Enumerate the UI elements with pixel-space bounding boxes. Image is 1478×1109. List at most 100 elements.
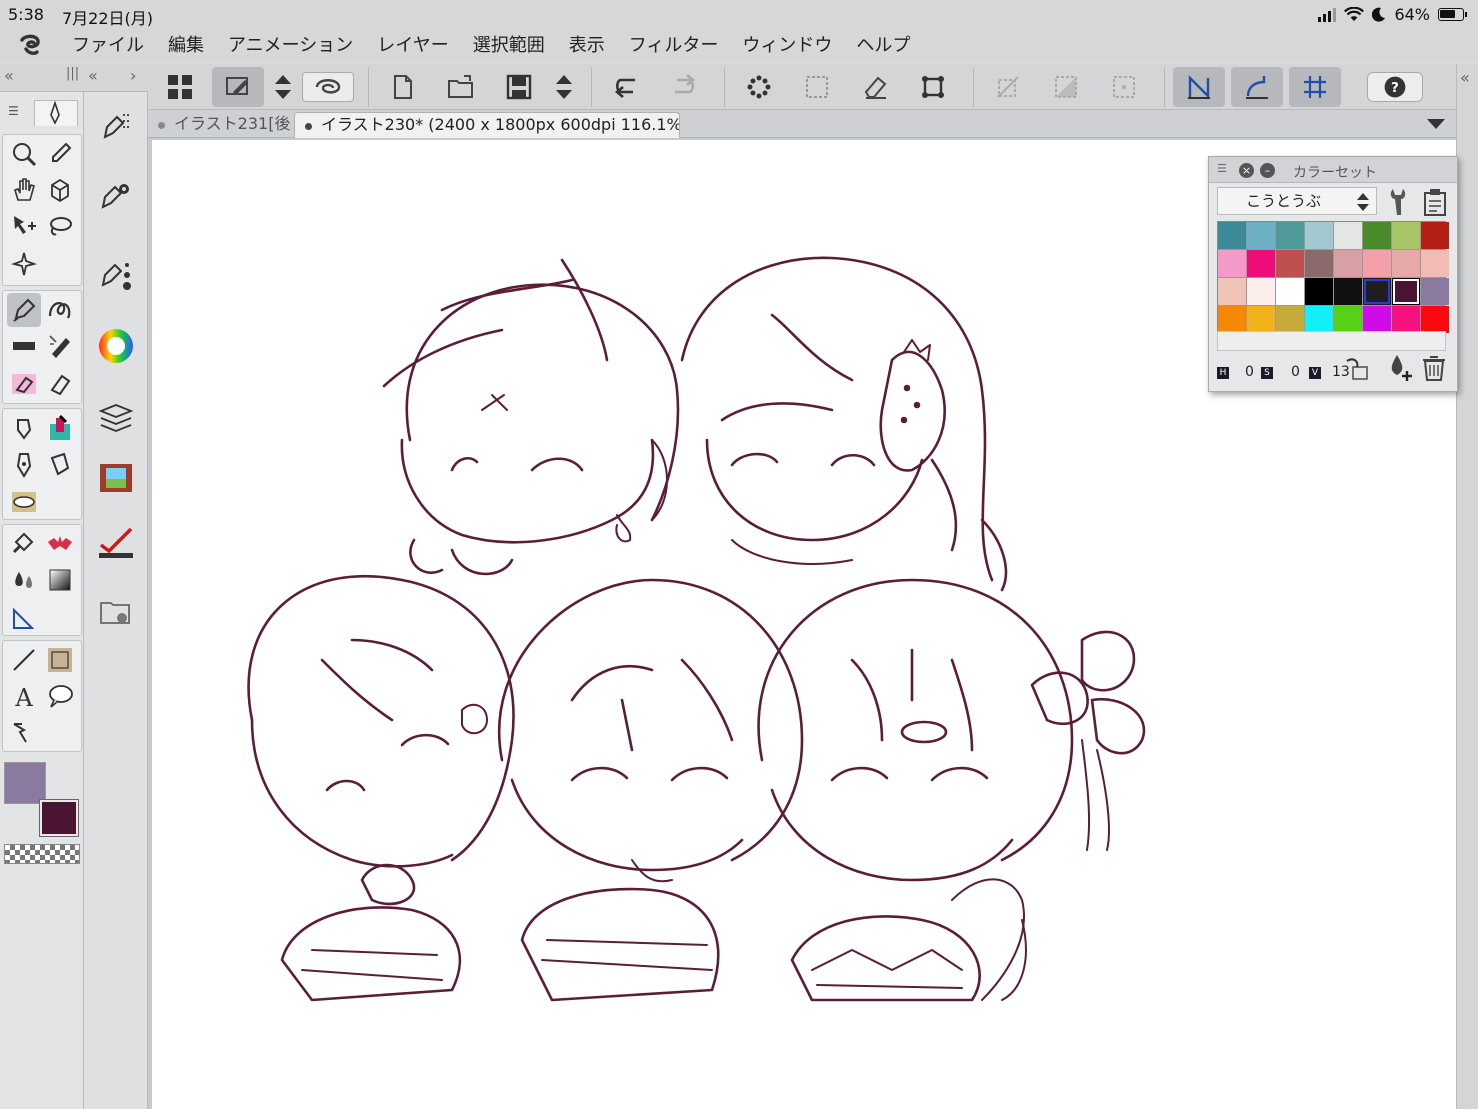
save-button[interactable] [493,67,545,107]
menu-help[interactable]: ヘルプ [844,30,922,62]
material-button[interactable] [94,590,138,634]
lasso-tool[interactable] [43,209,77,243]
fill-pot-tool[interactable] [7,485,41,519]
new-file-button[interactable] [377,67,429,107]
color-swatch[interactable] [1218,306,1246,333]
color-swatch[interactable] [1392,278,1420,305]
frame-tool[interactable] [43,643,77,677]
color-set-settings-button[interactable] [1381,185,1415,219]
select-all-button[interactable] [791,67,843,107]
fill-tool[interactable] [7,527,41,561]
color-set-clipboard-button[interactable] [1417,185,1451,219]
color-swatch[interactable] [1276,306,1304,333]
color-swatch[interactable] [1247,250,1275,277]
balloon-tool[interactable] [43,679,77,713]
ink-tool[interactable] [43,447,77,481]
color-swatch[interactable] [1305,278,1333,305]
zoom-tool[interactable] [7,137,41,171]
pencil-tool[interactable] [43,293,77,327]
undo-button[interactable] [600,67,652,107]
minimize-icon[interactable]: – [1260,163,1275,178]
color-swatch[interactable] [1334,250,1362,277]
color-swatch[interactable] [1363,306,1391,333]
sub-color-swatch[interactable] [39,799,79,837]
add-color-button[interactable] [1385,353,1415,383]
color-swatch[interactable] [1247,306,1275,333]
color-swatch[interactable] [1276,222,1304,249]
companion-button[interactable] [302,71,354,102]
color-swatch[interactable] [1218,222,1246,249]
snap-grid-button[interactable] [1289,66,1341,107]
grid-selection-button[interactable] [1098,67,1150,107]
tab-illust-231[interactable]: イラスト231[後 [148,112,292,138]
gradient-tool[interactable] [43,563,77,597]
magic-wand-tool[interactable] [7,247,41,281]
correct-line-tool[interactable] [7,717,41,751]
snap-special-ruler-button[interactable] [1231,66,1283,107]
color-swatch[interactable] [1392,222,1420,249]
color-swatch[interactable] [1276,278,1304,305]
color-swatch[interactable] [1334,222,1362,249]
eraser-tool[interactable] [7,367,41,401]
expand-sub-icon[interactable]: › [130,66,136,85]
transform-button[interactable] [907,67,959,107]
snap-ruler-button[interactable] [1173,66,1225,107]
help-button[interactable]: ? [1367,71,1423,102]
color-set-titlebar[interactable]: ☰ × – カラーセット [1209,157,1457,183]
menu-animation[interactable]: アニメーション [216,30,365,62]
menu-layer[interactable]: レイヤー [365,30,460,62]
color-swatch[interactable] [1334,306,1362,333]
app-logo-icon[interactable] [0,30,60,62]
layer-button[interactable] [94,396,138,440]
color-swatch[interactable] [1421,222,1449,249]
close-icon[interactable]: × [1239,163,1254,178]
expand-right-icon[interactable]: « [1460,68,1470,87]
menu-edit[interactable]: 編集 [156,30,216,62]
tab-illust-230[interactable]: イラスト230* (2400 x 1800px 600dpi 116.1%) [294,112,680,138]
deselect-button[interactable] [733,67,785,107]
color-swatch[interactable] [1392,306,1420,333]
timeline-button[interactable] [94,456,138,500]
line-tool[interactable] [7,643,41,677]
save-options-switch[interactable] [551,67,577,107]
3d-object-tool[interactable] [43,173,77,207]
color-swatch[interactable] [1392,250,1420,277]
color-swatch[interactable] [1334,278,1362,305]
open-file-button[interactable] [435,67,487,107]
redo-button[interactable] [658,67,710,107]
sub-tool-button[interactable] [94,106,138,150]
color-swatch[interactable] [1421,250,1449,277]
hide-outside-button[interactable] [982,67,1034,107]
tool-property-button[interactable] [94,174,138,218]
text-tool[interactable]: A [7,679,41,713]
color-swatch[interactable] [1363,278,1391,305]
color-swatch[interactable] [1363,250,1391,277]
blur-tool[interactable] [7,563,41,597]
menu-window[interactable]: ウィンドウ [730,30,844,62]
color-swatch[interactable] [1305,306,1333,333]
color-swatch[interactable] [1276,250,1304,277]
delete-color-button[interactable] [1419,353,1449,383]
pen-tool[interactable] [7,293,41,327]
move-tool[interactable] [7,209,41,243]
panel-menu-icon[interactable]: ☰ [1217,162,1227,175]
eyedropper-tool[interactable] [43,137,77,171]
brush-tool[interactable] [7,329,41,363]
color-swatch[interactable] [1305,250,1333,277]
layer-property-button[interactable] [94,520,138,564]
color-swatch[interactable] [1247,278,1275,305]
palette-menu-icon[interactable]: ☰ [8,104,19,118]
grip-icon[interactable]: ||| [66,66,79,81]
layout-grid-button[interactable] [154,67,206,107]
color-swatch[interactable] [1247,222,1275,249]
quick-access-button[interactable] [212,66,264,107]
pen-sub-tool[interactable] [7,447,41,481]
collapse-sub-icon[interactable]: « [88,66,98,85]
main-color-swatch[interactable] [4,762,46,804]
color-wheel-button[interactable] [94,324,138,368]
color-swatch[interactable] [1218,250,1246,277]
eraser-soft-tool[interactable] [43,367,77,401]
decoration-tool[interactable] [43,411,77,445]
color-set-selector[interactable]: こうとうぶ [1217,187,1377,215]
quick-access-switch[interactable] [270,67,296,107]
